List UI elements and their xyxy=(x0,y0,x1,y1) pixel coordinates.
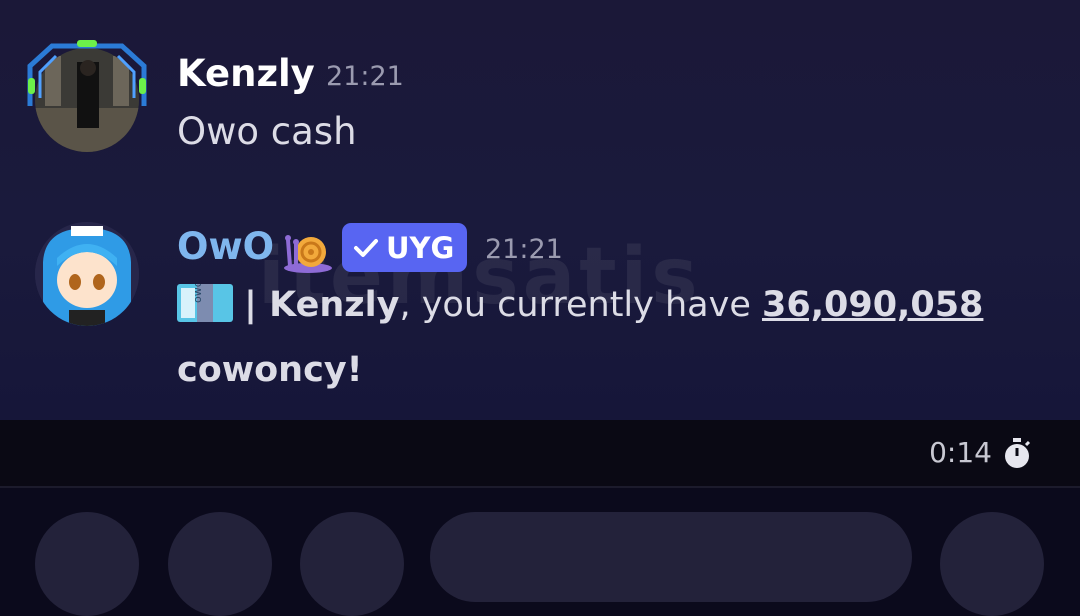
status-bar xyxy=(0,420,1080,486)
cowoncy-amount: 36,090,058 xyxy=(761,285,984,325)
message-middle: , you currently have xyxy=(399,285,762,325)
username[interactable]: Kenzly xyxy=(177,52,315,95)
plus-button[interactable] xyxy=(35,512,139,616)
avatar-decoration-icon xyxy=(27,40,147,106)
message-input[interactable] xyxy=(430,512,912,602)
send-button[interactable] xyxy=(940,512,1044,616)
message-text: Owo cash xyxy=(177,110,357,153)
message-kenzly: Kenzly 21:21 Owo cash xyxy=(0,0,1080,170)
heart-button[interactable] xyxy=(300,512,404,616)
divider xyxy=(0,486,1080,488)
badge-label: UYG xyxy=(386,230,455,265)
stopwatch-icon xyxy=(1005,437,1031,468)
checkmark-icon xyxy=(354,238,378,257)
message-owo: OwO UYG 21:21 owo | Kenzly, you currentl… xyxy=(0,200,1080,420)
cowoncy-icon: owo xyxy=(177,280,233,322)
message-text-end: cowoncy! xyxy=(177,350,363,390)
chat-area: itemsatis Kenzly 21:21 Owo cash OwO UYG … xyxy=(0,0,1080,420)
separator: | xyxy=(244,285,270,325)
message-text: owo | Kenzly, you currently have 36,090,… xyxy=(177,280,984,325)
bot-avatar[interactable] xyxy=(35,222,139,326)
timer-text: 0:14 xyxy=(929,436,992,469)
mention-user[interactable]: Kenzly xyxy=(269,285,399,325)
bot-username[interactable]: OwO xyxy=(177,225,274,268)
verified-app-badge: UYG xyxy=(342,223,468,272)
snail-icon xyxy=(284,235,332,273)
svg-text:owo: owo xyxy=(191,284,204,303)
timestamp: 21:21 xyxy=(326,61,404,92)
timer: 0:14 xyxy=(929,436,1032,469)
cowoncy-label: cowoncy! xyxy=(177,350,363,390)
gift-button[interactable] xyxy=(168,512,272,616)
timestamp: 21:21 xyxy=(485,234,563,265)
